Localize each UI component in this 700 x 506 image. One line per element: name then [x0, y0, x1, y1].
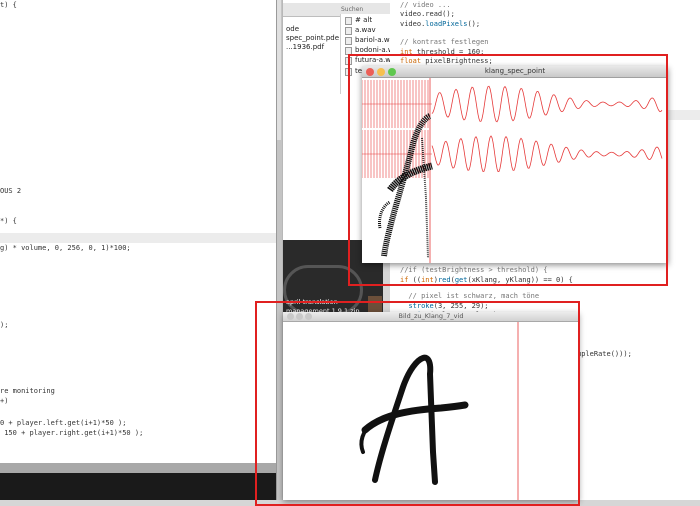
code-token: (); [467, 20, 481, 28]
finder-file-item[interactable]: a.wav [355, 26, 376, 34]
code-line: +) [0, 397, 9, 405]
finder-file-item[interactable]: bariol-a.wa [355, 36, 394, 44]
finder-file-item[interactable]: ode [286, 25, 299, 33]
code-token: // video ... [400, 1, 451, 9]
current-line-highlight [0, 233, 276, 243]
finder-column-1: ode spec_point.pde ...1936.pdf [283, 0, 340, 80]
code-line: video.loadPixels(); [400, 19, 480, 29]
code-line: 150 + player.right.get(i+1)*50 ); [0, 429, 144, 437]
code-token: loadPixels [425, 20, 468, 28]
code-line: g) * volume, 0, 256, 0, 1)*100; [0, 244, 131, 252]
finder-file-item[interactable]: bodoni-a.w [355, 46, 394, 54]
scrollbar-track[interactable] [277, 0, 281, 140]
annotation-highlight-box [255, 301, 580, 506]
code-line: ); [0, 321, 9, 329]
finder-file-item[interactable]: spec_point.pde [286, 34, 339, 42]
code-line: video.read(); [400, 9, 455, 19]
finder-file-item[interactable]: ...1936.pdf [286, 43, 324, 51]
code-line: // kontrast festlegen [400, 37, 489, 47]
search-label: Suchen [341, 6, 364, 13]
file-icon [345, 37, 352, 45]
code-line: *) { [0, 217, 17, 225]
code-line: OUS 2 [0, 187, 22, 195]
code-line: re monitoring [0, 387, 55, 395]
code-token: // kontrast festlegen [400, 38, 489, 46]
finder-file-item[interactable]: # alt [355, 16, 372, 24]
left-editor-status-bar [0, 463, 276, 473]
code-line: 0 + player.left.get(i+1)*50 ); [0, 419, 127, 427]
file-icon [345, 17, 352, 25]
code-token: video. [400, 20, 426, 28]
annotation-highlight-box [348, 54, 668, 286]
left-code-editor[interactable]: t) { OUS 2 *) { g) * volume, 0, 256, 0, 1)*… [0, 0, 276, 463]
code-token: // pixel ist schwarz, mach töne [400, 292, 540, 300]
code-line: t) { [0, 1, 17, 9]
left-console-area [0, 473, 276, 500]
code-line: // pixel ist schwarz, mach töne [400, 291, 539, 301]
code-token: video.read(); [400, 10, 455, 18]
file-icon [345, 27, 352, 35]
